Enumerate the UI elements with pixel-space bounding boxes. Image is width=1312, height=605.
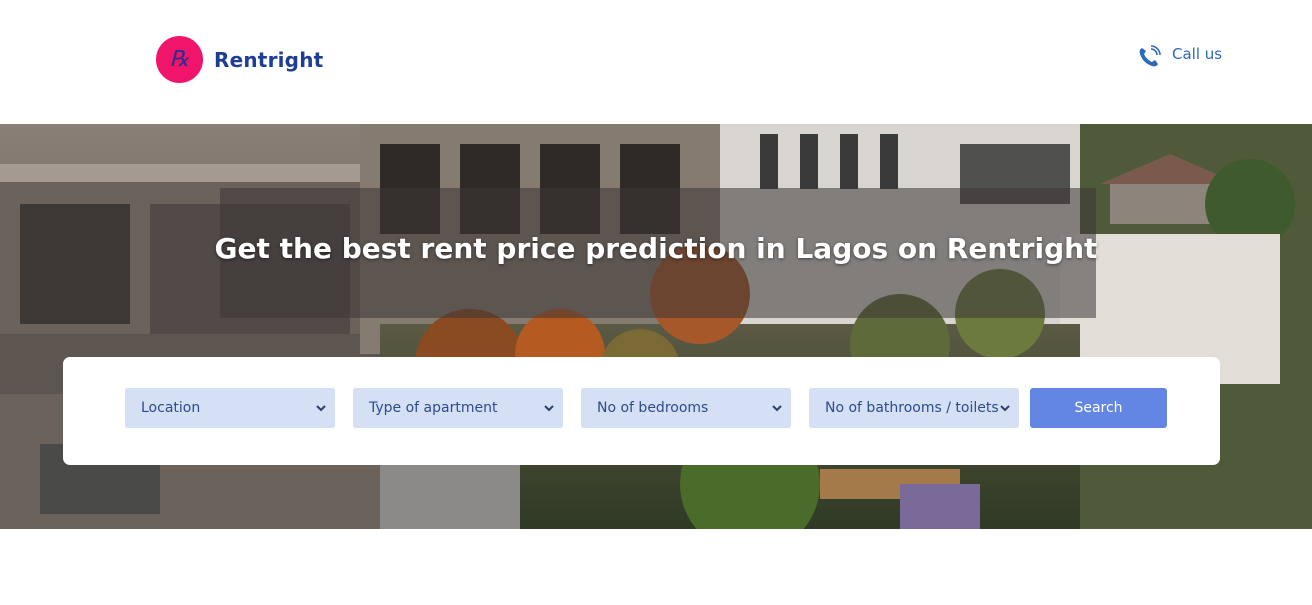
bathrooms-select[interactable]: No of bathrooms / toilets xyxy=(809,388,1019,428)
logo-badge-icon: ℞ xyxy=(156,36,203,83)
hero-title: Get the best rent price prediction in La… xyxy=(214,232,1098,265)
call-us-label: Call us xyxy=(1172,45,1223,63)
location-select-label: Location xyxy=(141,400,201,416)
search-button[interactable]: Search xyxy=(1030,388,1167,428)
apartment-type-select[interactable]: Type of apartment xyxy=(353,388,563,428)
apartment-type-select-label: Type of apartment xyxy=(369,400,498,416)
location-select[interactable]: Location xyxy=(125,388,335,428)
call-us-link[interactable]: Call us xyxy=(1136,44,1222,70)
site-header: ℞ Rentright Call us xyxy=(0,0,1312,124)
hero-banner: Get the best rent price prediction in La… xyxy=(0,124,1312,529)
chevron-down-icon xyxy=(316,405,326,412)
bedrooms-select[interactable]: No of bedrooms xyxy=(581,388,791,428)
chevron-down-icon xyxy=(544,405,554,412)
bathrooms-select-label: No of bathrooms / toilets xyxy=(825,400,999,416)
phone-icon xyxy=(1139,45,1161,67)
bedrooms-select-label: No of bedrooms xyxy=(597,400,709,416)
search-card: Location Type of apartment No of bedroom… xyxy=(63,357,1220,465)
hero-background-image xyxy=(0,124,1312,529)
chevron-down-icon xyxy=(772,405,782,412)
chevron-down-icon xyxy=(1000,405,1010,412)
brand-name: Rentright xyxy=(214,47,324,72)
brand-logo[interactable]: ℞ Rentright xyxy=(156,36,323,83)
